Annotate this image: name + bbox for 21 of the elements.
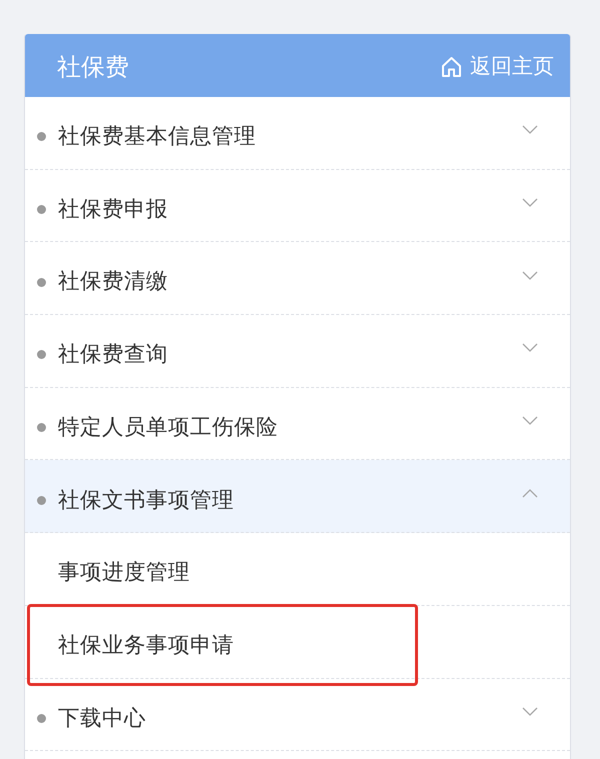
bullet-dot-icon — [37, 205, 46, 214]
menu-item-label: 下载中心 — [58, 708, 146, 730]
menu-item-label: 社保费清缴 — [58, 271, 168, 293]
menu-item-label: 特定人员单项工伤保险 — [58, 416, 278, 438]
menu-item-label: 社保费申报 — [58, 198, 168, 220]
submenu-item-label: 事项进度管理 — [58, 562, 190, 584]
menu-item-label: 社保费基本信息管理 — [58, 126, 256, 148]
menu-item[interactable]: 社保文书事项管理 — [25, 460, 570, 534]
menu-item-label: 社保费查询 — [58, 344, 168, 366]
bullet-dot-icon — [37, 278, 46, 287]
menu-item[interactable]: 社保费申报 — [25, 170, 570, 242]
submenu-item-label: 社保业务事项申请 — [58, 634, 234, 656]
menu-item-label: 社保文书事项管理 — [58, 490, 234, 512]
bullet-dot-icon — [37, 496, 46, 505]
menu-item[interactable]: 下载中心 — [25, 678, 570, 752]
panel-title: 社保费 — [57, 56, 129, 80]
bullet-dot-icon — [37, 714, 46, 723]
bullet-dot-icon — [37, 132, 46, 142]
home-icon — [441, 56, 462, 78]
bullet-dot-icon — [37, 350, 46, 360]
bullet-dot-icon — [37, 423, 46, 432]
